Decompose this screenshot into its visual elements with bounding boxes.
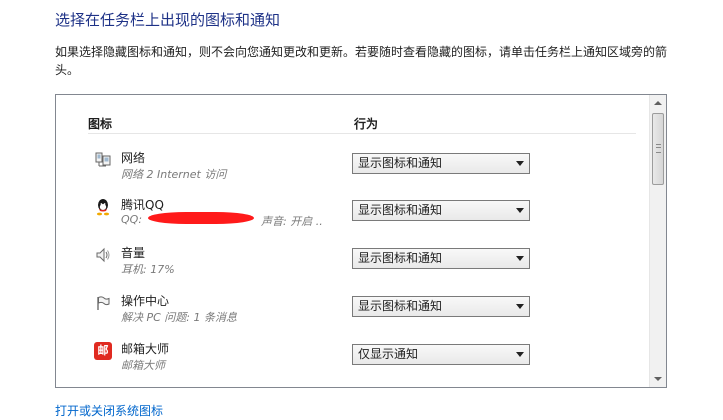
behavior-dropdown[interactable]: 仅显示通知 [352, 344, 530, 365]
qq-icon [94, 198, 112, 216]
item-name: 腾讯QQ [121, 198, 164, 212]
list-item-volume: 音量 耳机: 17% 显示图标和通知 [56, 244, 648, 290]
item-status: 网络 2 Internet 访问 [121, 168, 227, 181]
item-status: QQ: 声音: 开启 .. [121, 213, 323, 228]
behavior-dropdown[interactable]: 显示图标和通知 [352, 200, 530, 221]
behavior-dropdown[interactable]: 显示图标和通知 [352, 153, 530, 174]
mail-master-icon: 邮 [94, 342, 112, 360]
behavior-dropdown[interactable]: 显示图标和通知 [352, 296, 530, 317]
page-description: 如果选择隐藏图标和通知，则不会向您通知更改和更新。若要随时查看隐藏的图标，请单击… [55, 45, 668, 77]
network-icon [94, 151, 112, 169]
list-item-mail-master: 邮 邮箱大师 邮箱大师 仅显示通知 [56, 340, 648, 386]
header-divider [88, 133, 636, 134]
item-status: 耳机: 17% [121, 263, 175, 276]
scroll-up-icon[interactable] [654, 101, 662, 105]
scroll-down-icon[interactable] [654, 377, 662, 381]
list-item-qq: 腾讯QQ QQ: 声音: 开启 .. 显示图标和通知 [56, 196, 648, 242]
flag-icon [94, 294, 112, 312]
chevron-down-icon [516, 161, 524, 166]
mail-master-icon-glyph: 邮 [94, 342, 112, 360]
chevron-down-icon [516, 304, 524, 309]
item-name: 邮箱大师 [121, 342, 170, 356]
item-status-prefix: QQ: [121, 213, 143, 226]
system-icons-link[interactable]: 打开或关闭系统图标 [55, 402, 163, 419]
dropdown-value: 显示图标和通知 [358, 156, 443, 170]
chevron-down-icon [516, 256, 524, 261]
item-name: 音量 [121, 246, 146, 260]
item-status-suffix: 声音: 开启 .. [261, 215, 323, 228]
behavior-dropdown[interactable]: 显示图标和通知 [352, 248, 530, 269]
speaker-icon [94, 246, 112, 264]
list-item-action-center: 操作中心 解决 PC 问题: 1 条消息 显示图标和通知 [56, 292, 648, 338]
dropdown-value: 显示图标和通知 [358, 299, 443, 313]
item-name: 操作中心 [121, 294, 170, 308]
chevron-down-icon [516, 352, 524, 357]
item-status: 邮箱大师 [121, 359, 165, 372]
item-name: 网络 [121, 151, 146, 165]
dropdown-value: 仅显示通知 [358, 347, 419, 361]
chevron-down-icon [516, 208, 524, 213]
item-status: 解决 PC 问题: 1 条消息 [121, 311, 238, 324]
scroll-thumb[interactable] [652, 113, 664, 185]
grip-icon [656, 144, 661, 153]
list-item-network: 网络 网络 2 Internet 访问 显示图标和通知 [56, 149, 648, 195]
icon-list-panel: 图标 行为 网络 网络 2 Internet 访问 显示图标和通知 腾讯QQ Q… [55, 94, 667, 388]
redaction-mark [148, 212, 254, 224]
column-header-icon: 图标 [88, 117, 113, 131]
page-title: 选择在任务栏上出现的图标和通知 [55, 11, 281, 29]
dropdown-value: 显示图标和通知 [358, 203, 443, 217]
column-header-behavior: 行为 [354, 117, 379, 131]
vertical-scrollbar[interactable] [649, 95, 666, 387]
dropdown-value: 显示图标和通知 [358, 251, 443, 265]
